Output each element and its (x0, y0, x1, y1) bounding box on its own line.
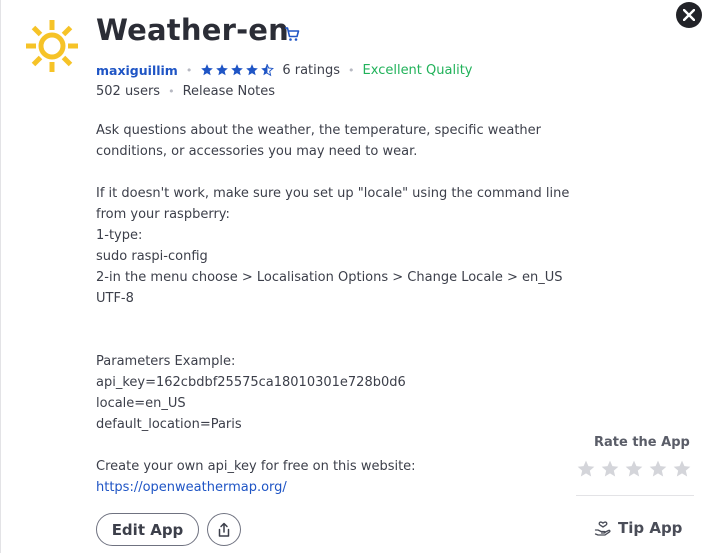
description-line (96, 309, 566, 330)
close-button[interactable] (676, 2, 702, 28)
rate-app-title: Rate the App (594, 435, 690, 450)
share-icon (218, 522, 230, 537)
star-half-icon (261, 63, 275, 77)
users-count: 502 users (96, 84, 161, 99)
star-outline-icon (673, 460, 691, 477)
divider (576, 495, 694, 496)
tip-app-label: Tip App (618, 519, 683, 537)
app-description: Ask questions about the weather, the tem… (96, 120, 570, 498)
share-button[interactable] (207, 513, 241, 546)
star-outline-icon (625, 460, 643, 477)
description-line: Ask questions about the weather, the tem… (96, 123, 542, 138)
rate-star-3[interactable] (624, 459, 644, 479)
description-line: Create your own api_key for free on this… (96, 459, 416, 474)
rate-stars (576, 459, 692, 479)
star-icon (246, 64, 259, 76)
author-link[interactable]: maxiguillim (96, 63, 178, 78)
cart-icon (285, 27, 300, 41)
ratings-count[interactable]: 6 ratings (282, 63, 340, 78)
star-icon (216, 64, 229, 76)
description-line: sudo raspi-config (96, 249, 208, 264)
description-line: If it doesn't work, make sure you set up… (96, 186, 570, 201)
description-line: Parameters Example: (96, 354, 236, 369)
tip-app-button[interactable]: Tip App (594, 519, 682, 537)
separator-dot: • (168, 85, 175, 98)
star-outline-icon (649, 460, 667, 477)
rate-star-5[interactable] (672, 459, 692, 479)
separator-dot: • (185, 63, 193, 77)
description-line (96, 330, 566, 351)
rate-star-1[interactable] (576, 459, 596, 479)
rate-star-4[interactable] (648, 459, 668, 479)
separator-dot: • (348, 63, 355, 77)
description-line: UTF-8 (96, 291, 134, 306)
description-line: locale=en_US (96, 396, 186, 411)
star-outline-icon (577, 460, 595, 477)
description-line: from your raspberry: (96, 207, 230, 222)
description-line: conditions, or accessories you may need … (96, 144, 418, 159)
rating-stars (200, 63, 275, 77)
app-title: Weather-en (96, 13, 290, 47)
release-notes-link[interactable]: Release Notes (183, 84, 275, 99)
quality-badge: Excellent Quality (362, 62, 473, 78)
edit-app-button[interactable]: Edit App (96, 513, 199, 546)
star-icon (201, 64, 214, 76)
sun-icon (26, 20, 78, 72)
description-line: api_key=162cbdbf25575ca18010301e728b0d6 (96, 375, 406, 390)
app-meta-row: maxiguillim • 6 ratings • Excellent Qual… (96, 61, 472, 79)
star-icon (231, 64, 244, 76)
panel-left-edge (0, 0, 6, 553)
website-link[interactable]: https://openweathermap.org/ (96, 480, 287, 495)
star-outline-icon (601, 460, 619, 477)
description-line (96, 435, 566, 456)
rate-star-2[interactable] (600, 459, 620, 479)
hand-heart-icon (594, 521, 611, 536)
description-line: 2-in the menu choose > Localisation Opti… (96, 270, 563, 285)
description-line (96, 162, 566, 183)
close-icon (683, 9, 695, 21)
description-line: default_location=Paris (96, 417, 242, 432)
app-stats-row: 502 users • Release Notes (96, 84, 275, 99)
description-line: 1-type: (96, 228, 143, 243)
website-link-line: https://openweathermap.org/ (96, 477, 566, 498)
